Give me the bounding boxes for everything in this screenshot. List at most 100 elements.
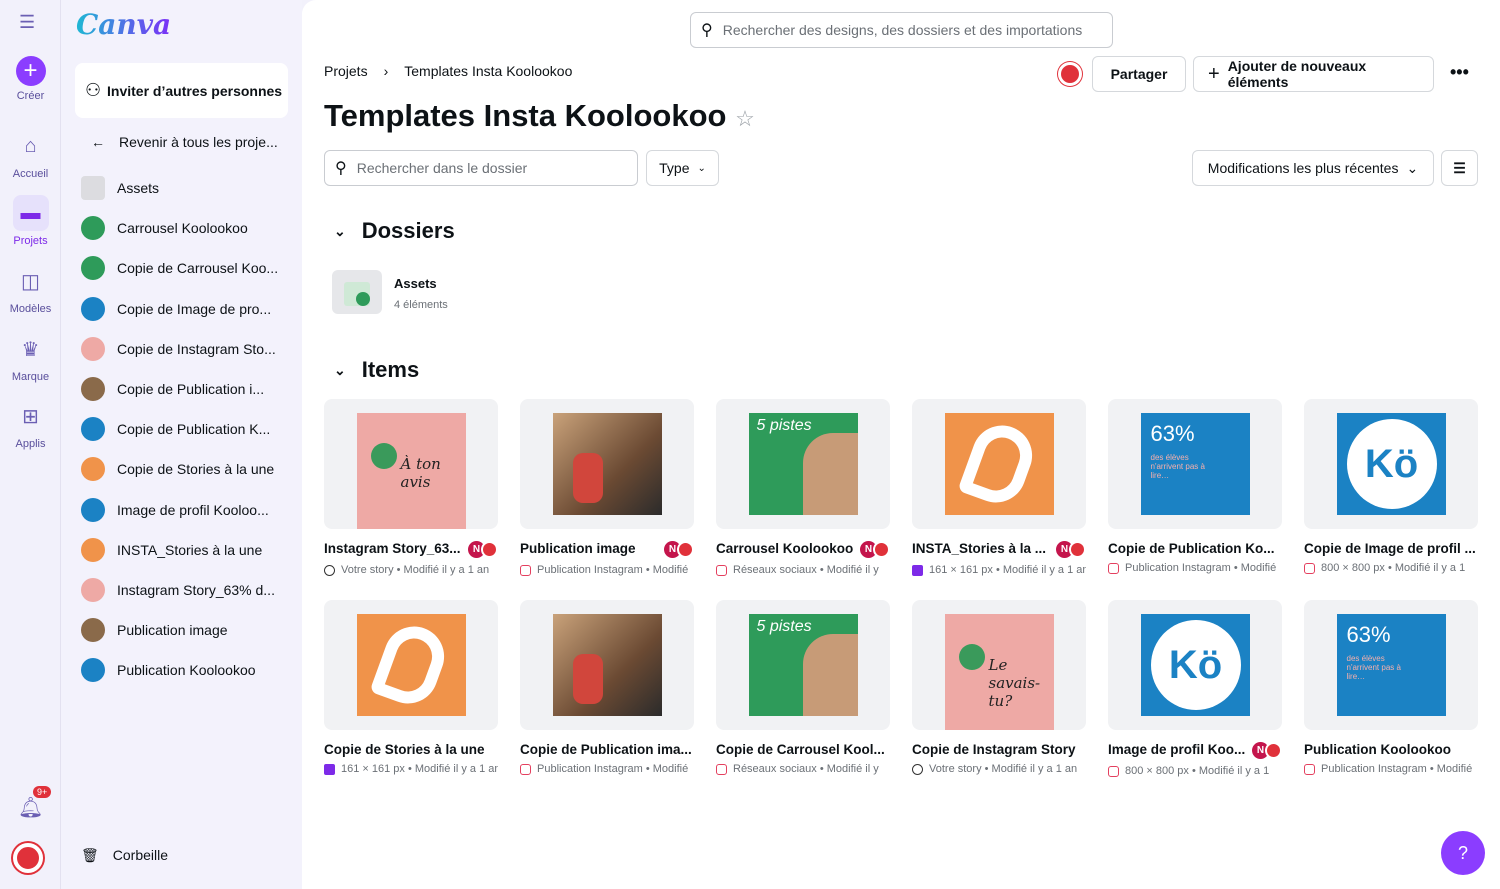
design-card[interactable]: 5 pistes Carrousel Koolookoo N Réseaux so… — [716, 399, 890, 576]
more-options-icon[interactable]: ••• — [1450, 62, 1469, 83]
sidebar-project-item[interactable]: Image de profil Kooloo... — [81, 490, 278, 530]
design-thumbnail[interactable]: 63% des élèves n'arrivent pas à lire… — [1108, 399, 1282, 529]
sidebar-project-item[interactable]: Copie de Image de pro... — [81, 289, 278, 329]
design-card[interactable]: Kö Image de profil Koo... N 800 × 800 px … — [1108, 600, 1282, 777]
sidebar-project-item[interactable]: Publication image — [81, 610, 278, 650]
folder-icon — [332, 270, 382, 314]
design-thumbnail[interactable]: Kö — [1304, 399, 1478, 529]
list-view-toggle[interactable]: ☰ — [1441, 150, 1478, 186]
design-card[interactable]: Copie de Stories à la une 161 × 161 px •… — [324, 600, 498, 775]
rail-home[interactable]: ⌂ Accueil — [0, 128, 61, 181]
share-button[interactable]: Partager — [1092, 56, 1186, 92]
page-title: Templates Insta Koolookoo ☆ — [324, 98, 755, 133]
design-card[interactable]: Le savais-tu? Copie de Instagram Story V… — [912, 600, 1086, 775]
type-filter-dropdown[interactable]: Type ⌄ — [646, 150, 719, 186]
folder-count: 4 éléments — [394, 299, 448, 311]
design-thumbnail[interactable] — [520, 399, 694, 529]
chevron-right-icon: › — [383, 63, 389, 79]
design-thumbnail[interactable] — [520, 600, 694, 730]
design-title: Carrousel Koolookoo — [716, 541, 854, 556]
design-card[interactable]: Publication image N Publication Instagram… — [520, 399, 694, 576]
sidebar-project-item[interactable]: Copie de Publication K... — [81, 409, 278, 449]
sidebar-item-label: Copie de Image de pro... — [117, 300, 272, 317]
sidebar-project-item[interactable]: Publication Koolookoo — [81, 650, 278, 690]
rail-label: Projets — [13, 235, 48, 247]
rail-brand[interactable]: ♛ Marque — [0, 331, 61, 384]
sidebar-project-item[interactable]: Copie de Publication i... — [81, 369, 278, 409]
sidebar-project-item[interactable]: Carrousel Koolookoo — [81, 208, 278, 248]
design-thumbnail[interactable]: Kö — [1108, 600, 1282, 730]
add-elements-button[interactable]: + Ajouter de nouveaux éléments — [1193, 56, 1434, 92]
design-thumbnail[interactable]: 63% des élèves n'arrivent pas à lire… — [1304, 600, 1478, 730]
design-card[interactable]: À ton avis Instagram Story_63... N Votre … — [324, 399, 498, 576]
design-thumbnail — [81, 216, 105, 241]
design-card[interactable]: INSTA_Stories à la ... N 161 × 161 px • M… — [912, 399, 1086, 576]
rail-projects[interactable]: ▬ Projets — [0, 195, 61, 247]
folder-icon: ▬ — [12, 195, 49, 231]
rail-templates[interactable]: ◫ Modèles — [0, 263, 61, 316]
bell-icon[interactable]: 🔔︎ — [18, 795, 43, 820]
design-title: Image de profil Koo... — [1108, 742, 1246, 757]
design-thumbnail — [81, 417, 105, 442]
global-search-input[interactable]: ⚲ Rechercher des designs, des dossiers et… — [690, 12, 1113, 48]
search-icon: ⚲ — [335, 160, 347, 177]
folder-search-input[interactable]: ⚲ Rechercher dans le dossier — [324, 150, 638, 186]
design-card[interactable]: Kö Copie de Image de profil ... 800 × 80… — [1304, 399, 1478, 574]
sort-dropdown[interactable]: Modifications les plus récentes ⌄ — [1192, 150, 1434, 186]
sidebar-item-label: Copie de Instagram Sto... — [117, 340, 276, 357]
sidebar-item-label: Publication image — [117, 622, 228, 639]
folders-section-header[interactable]: ⌄ Dossiers — [334, 218, 455, 244]
design-card[interactable]: 5 pistes Copie de Carrousel Kool... Rése… — [716, 600, 890, 775]
sidebar-project-item[interactable]: Copie de Stories à la une — [81, 449, 278, 489]
instagram-icon — [716, 564, 727, 576]
sidebar-project-item[interactable]: Instagram Story_63% d... — [81, 570, 278, 610]
sidebar-project-item[interactable]: Copie de Instagram Sto... — [81, 329, 278, 369]
breadcrumb-current: Templates Insta Koolookoo — [404, 63, 573, 79]
design-card[interactable]: 63% des élèves n'arrivent pas à lire… Cop… — [1108, 399, 1282, 574]
design-meta: Réseaux sociaux • Modifié il y — [733, 564, 879, 576]
invite-button[interactable]: ⚇ Inviter d’autres personnes — [75, 63, 288, 118]
design-thumbnail — [81, 377, 105, 402]
design-thumbnail[interactable]: À ton avis — [324, 399, 498, 529]
design-thumbnail[interactable]: 5 pistes — [716, 600, 890, 730]
instagram-icon — [520, 564, 531, 576]
breadcrumb-projects[interactable]: Projets — [324, 63, 368, 79]
design-thumbnail[interactable]: 5 pistes — [716, 399, 890, 529]
collaborator-avatar[interactable] — [1058, 62, 1082, 86]
sidebar-item-label: Copie de Publication i... — [117, 381, 265, 398]
star-icon[interactable]: ☆ — [735, 106, 755, 131]
back-to-projects-link[interactable]: ← Revenir à tous les proje... — [91, 134, 278, 150]
sidebar-project-item[interactable]: Copie de Carrousel Koo... — [81, 248, 278, 288]
rail-apps[interactable]: ⊞ Applis — [0, 398, 61, 451]
design-title: Copie de Publication ima... — [520, 742, 692, 757]
design-thumbnail — [81, 497, 105, 522]
design-thumbnail[interactable]: Le savais-tu? — [912, 600, 1086, 730]
design-title: Copie de Carrousel Kool... — [716, 742, 885, 757]
design-title: Copie de Stories à la une — [324, 742, 485, 757]
items-section-header[interactable]: ⌄ Items — [334, 357, 419, 383]
trash-button[interactable]: 🗑︎ Corbeille — [81, 847, 168, 864]
sidebar-project-item[interactable]: INSTA_Stories à la une — [81, 530, 278, 570]
collapse-menu-icon[interactable]: ☰ — [19, 12, 35, 33]
design-meta: 800 × 800 px • Modifié il y a 1 — [1125, 765, 1270, 777]
design-card[interactable]: Copie de Publication ima... Publication … — [520, 600, 694, 775]
story-icon — [324, 564, 335, 576]
folder-search-placeholder: Rechercher dans le dossier — [356, 160, 528, 176]
design-thumbnail[interactable] — [912, 399, 1086, 529]
home-icon: ⌂ — [24, 134, 37, 157]
design-card[interactable]: 63% des élèves n'arrivent pas à lire… Pub… — [1304, 600, 1478, 775]
account-avatar[interactable] — [13, 843, 43, 873]
design-meta: Publication Instagram • Modifié — [1125, 562, 1277, 574]
design-thumbnail — [81, 336, 105, 361]
list-view-icon: ☰ — [1453, 159, 1466, 176]
design-thumbnail[interactable] — [324, 600, 498, 730]
design-thumbnail — [81, 537, 105, 562]
design-meta: Votre story • Modifié il y a 1 an — [929, 763, 1078, 775]
sidebar-project-item[interactable]: Assets — [81, 168, 278, 208]
collaborator-avatars: N — [860, 541, 890, 558]
canva-logo[interactable]: Canva — [76, 8, 171, 41]
help-button[interactable]: ? — [1441, 831, 1485, 875]
folder-item[interactable]: Assets 4 éléments — [332, 270, 448, 314]
rail-create[interactable]: + Créer — [0, 56, 61, 102]
sidebar-item-label: Instagram Story_63% d... — [117, 581, 275, 598]
